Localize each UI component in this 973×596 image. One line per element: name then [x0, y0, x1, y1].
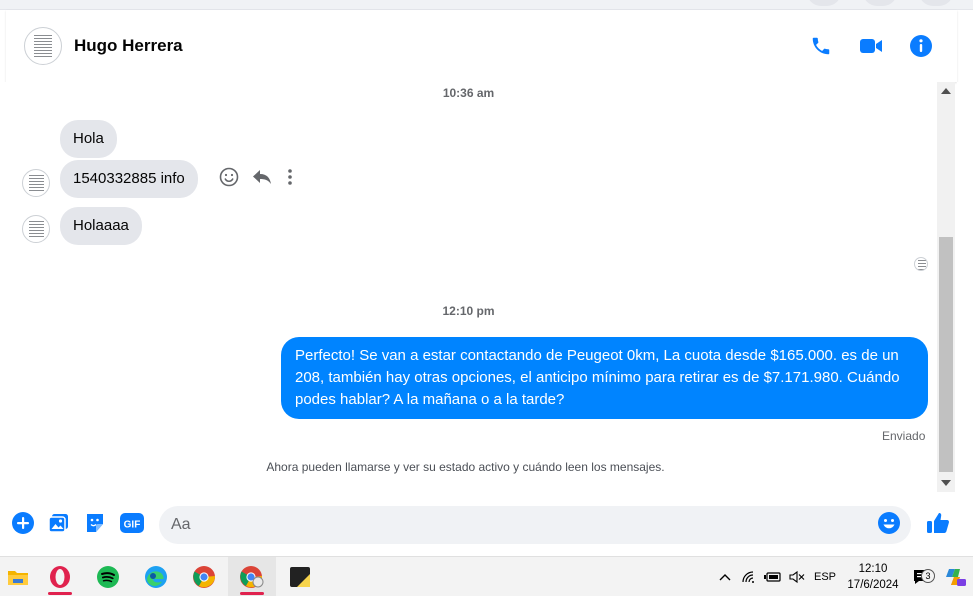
- system-notice: Ahora pueden llamarse y ver su estado ac…: [266, 460, 665, 474]
- volume-muted-icon[interactable]: [785, 570, 809, 584]
- sticky-notes-icon[interactable]: [276, 557, 324, 596]
- battery-icon[interactable]: [761, 571, 785, 583]
- conversation-header: Hugo Herrera: [6, 10, 957, 82]
- incoming-message[interactable]: Hola: [60, 120, 117, 158]
- outgoing-message[interactable]: Perfecto! Se van a estar contactando de …: [281, 337, 928, 419]
- messenger-window: Hugo Herrera 10:36 am Hola 1540332885 in…: [0, 0, 973, 596]
- sender-avatar: [22, 215, 50, 243]
- chrome-profile-icon[interactable]: [228, 556, 276, 596]
- contact-name[interactable]: Hugo Herrera: [74, 36, 183, 56]
- phone-icon[interactable]: [809, 34, 833, 58]
- timestamp: 10:36 am: [442, 86, 495, 100]
- clock-date: 17/6/2024: [847, 578, 899, 591]
- gif-label: GIF: [124, 519, 141, 530]
- clock-time: 12:10: [858, 562, 888, 575]
- message-composer: GIF: [0, 497, 957, 553]
- message-list: 10:36 am Hola 1540332885 info Holaaaa 12…: [0, 82, 937, 492]
- seen-receipt-avatar: [914, 257, 928, 271]
- page-scrollbar[interactable]: [957, 82, 973, 556]
- gif-icon[interactable]: GIF: [119, 512, 145, 539]
- chrome-browser-icon[interactable]: [180, 557, 228, 596]
- notifications-icon[interactable]: 3: [905, 568, 939, 585]
- scroll-down-arrow-icon[interactable]: [941, 480, 951, 486]
- video-camera-icon[interactable]: [859, 34, 883, 58]
- add-plus-icon[interactable]: [11, 511, 35, 540]
- opera-browser-icon[interactable]: [36, 557, 84, 596]
- message-input[interactable]: [171, 516, 877, 534]
- show-hidden-icons-chevron-icon[interactable]: [713, 573, 737, 581]
- scroll-thumb[interactable]: [939, 237, 953, 472]
- file-explorer-icon[interactable]: [0, 557, 36, 596]
- info-icon[interactable]: [909, 34, 933, 58]
- incoming-message[interactable]: 1540332885 info: [60, 160, 198, 198]
- spotify-icon[interactable]: [84, 557, 132, 596]
- scroll-up-arrow-icon[interactable]: [941, 88, 951, 94]
- windows-taskbar: ESP 12:10 17/6/2024 3: [0, 556, 973, 596]
- react-emoji-icon[interactable]: [219, 167, 239, 192]
- message-input-box[interactable]: [159, 506, 911, 544]
- emoji-picker-icon[interactable]: [877, 511, 901, 540]
- reply-icon[interactable]: [251, 167, 273, 192]
- contact-avatar[interactable]: [24, 27, 62, 65]
- notification-count-badge: 3: [921, 568, 935, 583]
- message-status: Enviado: [882, 429, 926, 443]
- sticker-icon[interactable]: [83, 511, 107, 540]
- incoming-message[interactable]: Holaaaa: [60, 207, 142, 245]
- system-clock[interactable]: 12:10 17/6/2024: [841, 561, 905, 593]
- timestamp: 12:10 pm: [442, 304, 495, 318]
- like-thumbs-up-icon[interactable]: [925, 510, 951, 541]
- chat-scrollbar[interactable]: [937, 82, 955, 492]
- copilot-icon[interactable]: [939, 567, 973, 587]
- wifi-network-icon[interactable]: [737, 570, 761, 584]
- more-options-icon[interactable]: [285, 167, 295, 192]
- top-bar-sliver: [0, 0, 973, 10]
- edge-browser-icon[interactable]: [132, 557, 180, 596]
- input-language[interactable]: ESP: [809, 571, 841, 583]
- photo-gallery-icon[interactable]: [47, 511, 71, 540]
- sender-avatar: [22, 169, 50, 197]
